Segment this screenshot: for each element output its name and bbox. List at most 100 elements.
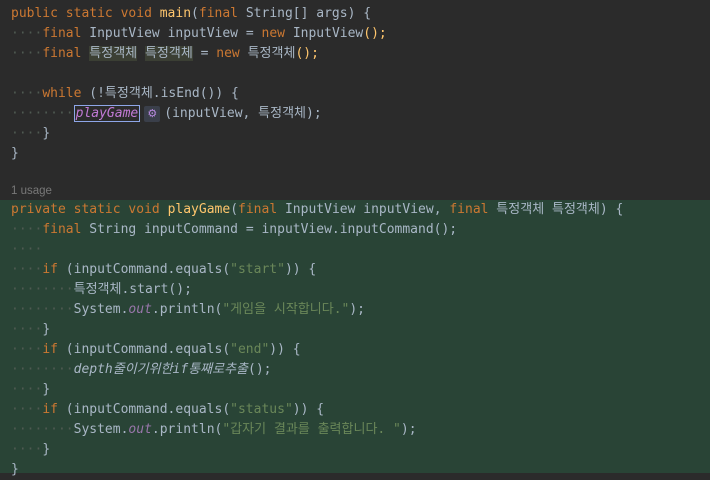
kw-private: private — [11, 202, 66, 217]
extracted-method-call: depth줄이기위한if통째로추출 — [73, 362, 249, 377]
kw-if: if — [42, 262, 58, 277]
string-literal: "end" — [230, 342, 270, 357]
kw-final: final — [42, 46, 82, 61]
brace-close: } — [11, 146, 19, 161]
if-condition: (inputCommand.equals( — [57, 342, 231, 357]
indent-guide: ········ — [11, 302, 74, 317]
code-line-close-main[interactable]: } — [0, 144, 710, 164]
method-name-main: main — [159, 6, 192, 21]
while-condition: (!특정객체.isEnd()) { — [81, 86, 239, 101]
string-literal: "게임을 시작합니다." — [222, 302, 350, 317]
param-object: 특정객체 특정객체) { — [488, 202, 624, 217]
kw-void: void — [128, 202, 160, 217]
ctor-parens: (); — [363, 26, 387, 41]
code-line-playgame-signature[interactable]: private static void playGame(final Input… — [0, 200, 710, 220]
call-args: (inputView, 특정객체); — [164, 106, 322, 121]
code-line-close-method[interactable]: } — [0, 460, 710, 477]
indent-guide: ···· — [11, 402, 43, 417]
type-name: InputView — [89, 26, 160, 41]
brace-close: } — [42, 382, 51, 397]
code-line-println-start[interactable]: ········System.out.println("게임을 시작합니다.")… — [0, 300, 710, 320]
string-literal: "status" — [230, 402, 293, 417]
code-line-if-start[interactable]: ····if (inputCommand.equals("start")) { — [0, 260, 710, 280]
system-ref: System. — [73, 302, 129, 317]
indent-guide: ········ — [11, 422, 74, 437]
code-line-close-while[interactable]: ····} — [0, 124, 710, 144]
static-field-out: out — [128, 302, 152, 317]
ctor-name: InputView — [292, 26, 364, 41]
call-end: ); — [400, 422, 417, 437]
code-line-start-call[interactable]: ········특정객체.start(); — [0, 280, 710, 300]
code-line-main-signature[interactable]: public static void main(final String[] a… — [0, 4, 710, 24]
code-line-println-status[interactable]: ········System.out.println("갑자기 결과를 출력합니… — [0, 420, 710, 440]
code-line-blank[interactable]: ···· — [0, 240, 710, 260]
indent-guide: ········ — [11, 362, 74, 377]
indent-guide: ···· — [11, 86, 43, 101]
kw-if: if — [42, 342, 58, 357]
paren-close: ) { — [347, 6, 372, 21]
brace-close: } — [11, 462, 19, 477]
usage-hint[interactable]: 1 usage — [11, 182, 52, 200]
paren-open: ( — [191, 6, 199, 21]
code-line-depth-call[interactable]: ········depth줄이기위한if통째로추출(); — [0, 360, 710, 380]
code-line-close-if[interactable]: ····} — [0, 380, 710, 400]
indent-guide: ···· — [11, 382, 43, 397]
code-line-blank[interactable] — [0, 64, 710, 84]
var-name: 특정객체 — [144, 46, 193, 61]
kw-final: final — [198, 6, 239, 21]
param-inputview: InputView inputView, — [277, 202, 450, 217]
indent-guide: ···· — [11, 442, 43, 457]
indent-guide: ···· — [11, 242, 43, 257]
kw-if: if — [42, 402, 58, 417]
playgame-call-highlight[interactable]: playGame — [73, 105, 141, 122]
brace-close: } — [42, 322, 51, 337]
ctor-parens: (); — [295, 46, 319, 61]
if-condition-end: )) { — [292, 402, 325, 417]
indent-guide: ···· — [11, 342, 43, 357]
start-call: 특정객체.start(); — [73, 282, 192, 297]
call-end: (); — [248, 362, 272, 377]
string-literal: "갑자기 결과를 출력합니다. " — [222, 422, 401, 437]
if-condition: (inputCommand.equals( — [57, 262, 231, 277]
var-name: inputView — [167, 26, 239, 41]
kw-final: final — [42, 222, 82, 237]
indent-guide: ···· — [11, 26, 43, 41]
code-line-inputcommand[interactable]: ····final String inputCommand = inputVie… — [0, 220, 710, 240]
kw-while: while — [42, 86, 82, 101]
if-condition-end: )) { — [269, 342, 301, 357]
indent-guide: ···· — [11, 126, 43, 141]
kw-new: new — [216, 46, 240, 61]
code-line-if-status[interactable]: ····if (inputCommand.equals("status")) { — [0, 400, 710, 420]
kw-final: final — [449, 202, 489, 217]
gear-icon[interactable]: ⚙ — [144, 106, 161, 122]
if-condition-end: )) { — [284, 262, 317, 277]
call-end: ); — [349, 302, 366, 317]
code-line-if-end[interactable]: ····if (inputCommand.equals("end")) { — [0, 340, 710, 360]
operator: = — [238, 26, 262, 41]
string-literal: "start" — [230, 262, 285, 277]
inputcommand-statement: String inputCommand = inputView.inputCom… — [81, 222, 458, 237]
kw-void: void — [120, 6, 152, 21]
brace-close: } — [42, 126, 51, 141]
code-line-object[interactable]: ····final 특정객체 특정객체 = new 특정객체(); — [0, 44, 710, 64]
kw-final: final — [238, 202, 278, 217]
paren-open: ( — [230, 202, 239, 217]
code-line-playgame-call[interactable]: ········ playGame ⚙ (inputView, 특정객체); — [0, 104, 710, 124]
kw-static: static — [65, 6, 113, 21]
kw-final: final — [42, 26, 82, 41]
indent-guide: ···· — [11, 46, 43, 61]
static-field-out: out — [128, 422, 152, 437]
indent-guide: ········ — [11, 282, 74, 297]
method-name-playgame: playGame — [167, 202, 231, 217]
if-condition: (inputCommand.equals( — [57, 402, 231, 417]
code-line-close-if[interactable]: ····} — [0, 440, 710, 460]
code-line-close-if[interactable]: ····} — [0, 320, 710, 340]
operator: = — [192, 46, 217, 61]
code-line-while[interactable]: ····while (!특정객체.isEnd()) { — [0, 84, 710, 104]
code-editor[interactable]: public static void main(final String[] a… — [0, 0, 710, 477]
indent-guide: ···· — [11, 222, 43, 237]
kw-public: public — [11, 6, 58, 21]
brace-close: } — [42, 442, 51, 457]
code-line-inputview[interactable]: ····final InputView inputView = new Inpu… — [0, 24, 710, 44]
indent-guide: ···· — [11, 262, 43, 277]
